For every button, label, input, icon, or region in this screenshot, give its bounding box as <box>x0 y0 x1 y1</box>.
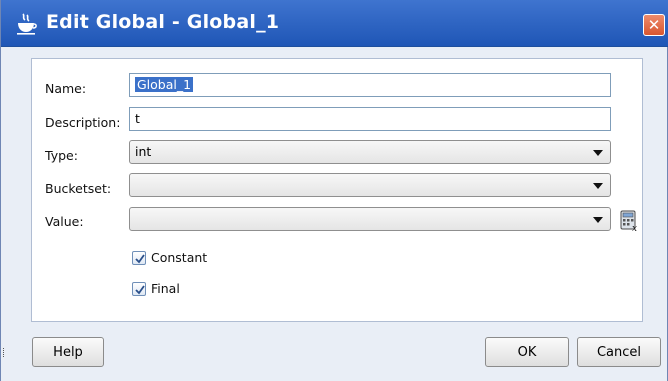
constant-checkbox[interactable] <box>132 251 146 265</box>
cancel-button-label: Cancel <box>596 344 642 360</box>
chevron-down-icon <box>593 183 603 189</box>
bucketset-label: Bucketset: <box>45 181 112 196</box>
title-bar[interactable]: Edit Global - Global_1 ✕ <box>1 0 668 47</box>
name-value: Global_1 <box>135 77 194 92</box>
type-value: int <box>135 144 152 159</box>
chevron-down-icon <box>593 217 603 223</box>
value-label: Value: <box>45 214 84 229</box>
name-field[interactable]: Global_1 <box>129 73 611 97</box>
close-icon: ✕ <box>647 16 661 34</box>
expression-builder-icon[interactable]: x <box>620 210 640 232</box>
final-checkbox[interactable] <box>132 282 146 296</box>
help-button-label: Help <box>53 344 83 360</box>
ok-button[interactable]: OK <box>485 337 569 367</box>
final-label[interactable]: Final <box>151 281 180 296</box>
type-select[interactable]: int <box>129 140 611 164</box>
close-button[interactable]: ✕ <box>643 14 665 36</box>
description-field[interactable]: t <box>129 107 611 131</box>
description-label: Description: <box>45 115 121 130</box>
cancel-button[interactable]: Cancel <box>577 337 661 367</box>
edit-global-dialog: Edit Global - Global_1 ✕ Name: Global_1 … <box>0 0 668 381</box>
checkmark-icon <box>135 285 145 295</box>
resize-grip <box>3 348 6 357</box>
constant-label[interactable]: Constant <box>151 250 207 265</box>
chevron-down-icon <box>593 150 603 156</box>
value-select[interactable] <box>129 207 611 231</box>
help-button[interactable]: Help <box>32 337 104 367</box>
dialog-title: Edit Global - Global_1 <box>46 11 280 33</box>
type-label: Type: <box>45 148 78 163</box>
ok-button-label: OK <box>517 344 537 360</box>
bucketset-select[interactable] <box>129 173 611 197</box>
java-cup-icon <box>17 13 37 35</box>
description-value: t <box>135 111 140 126</box>
svg-text:x: x <box>632 224 637 232</box>
name-label: Name: <box>45 81 87 96</box>
checkmark-icon <box>135 254 145 264</box>
